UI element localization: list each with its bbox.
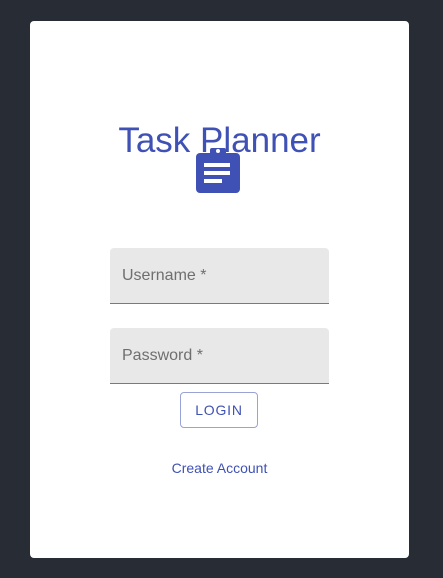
- clipboard-list-icon: [196, 148, 240, 193]
- password-input[interactable]: [110, 328, 329, 383]
- password-field[interactable]: Password *: [110, 328, 329, 384]
- create-account-link[interactable]: Create Account: [30, 460, 409, 476]
- login-card: Task Planner Username * Password * LOGIN…: [30, 21, 409, 558]
- username-field[interactable]: Username *: [110, 248, 329, 304]
- username-input[interactable]: [110, 248, 329, 303]
- login-button[interactable]: LOGIN: [180, 392, 258, 428]
